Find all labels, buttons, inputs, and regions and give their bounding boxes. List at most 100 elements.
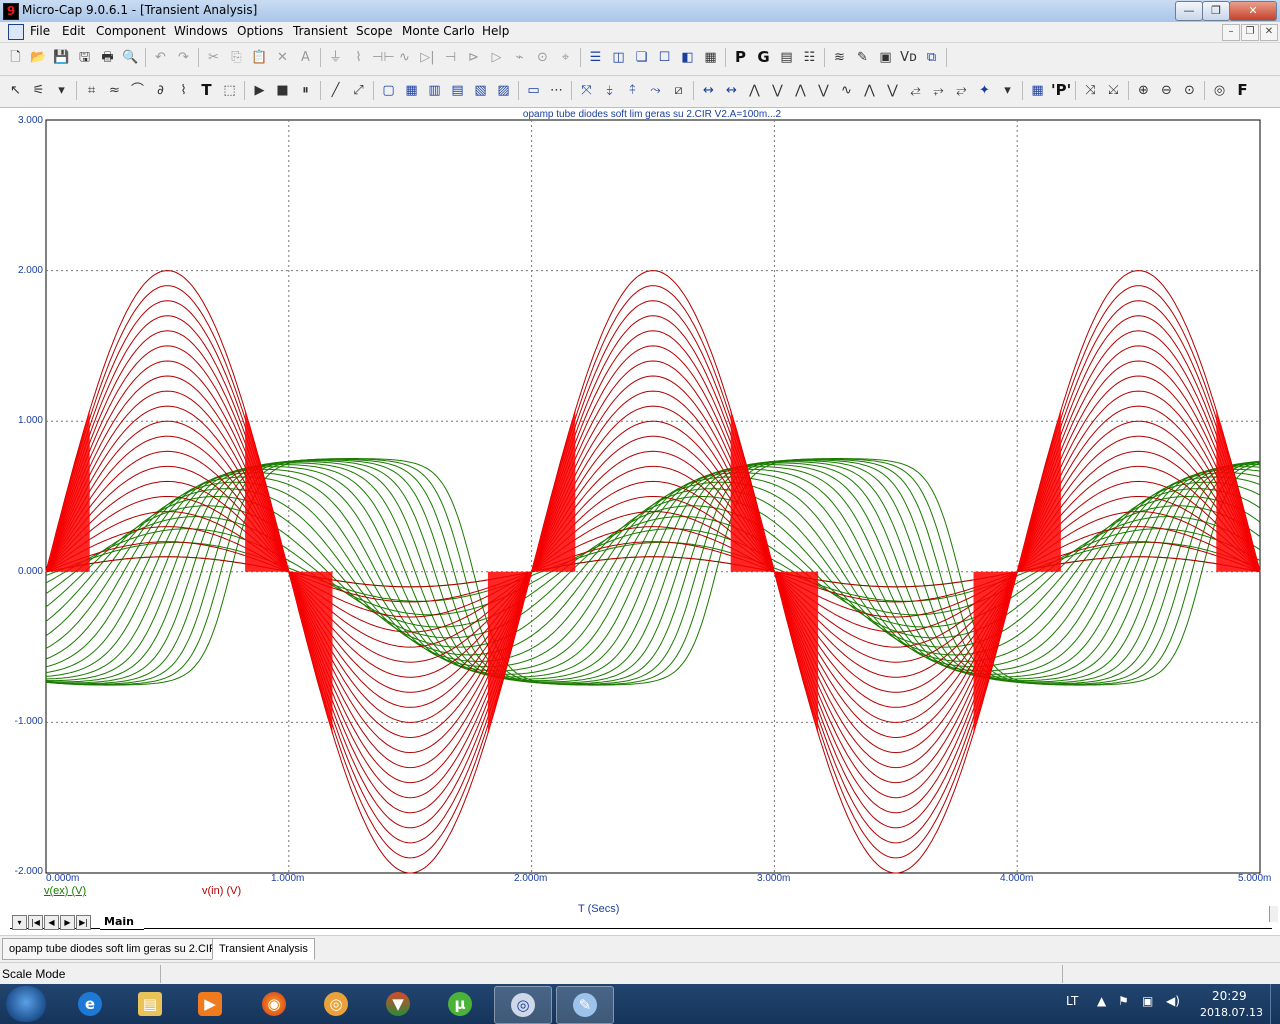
global-high-icon[interactable]: ⋀	[860, 81, 879, 100]
pattern-icon[interactable]: ▥	[425, 81, 444, 100]
window-icon[interactable]: ☐	[655, 48, 674, 67]
explorer-icon[interactable]: ▤	[122, 986, 178, 1022]
vd-icon[interactable]: Vᴅ	[899, 48, 918, 67]
clock-date[interactable]: 2018.07.13	[1200, 1006, 1263, 1019]
cursor-2-icon[interactable]: ⤈	[600, 81, 619, 100]
box-zoom-icon[interactable]: ✦	[975, 81, 994, 100]
high-icon[interactable]: ⋀	[791, 81, 810, 100]
undo-icon[interactable]: ↶	[151, 48, 170, 67]
text-icon[interactable]: ≈	[105, 81, 124, 100]
firefox-icon[interactable]: ◉	[246, 986, 302, 1022]
table-icon[interactable]: ▦	[402, 81, 421, 100]
cursor-3-icon[interactable]: ⤉	[623, 81, 642, 100]
microcap-icon[interactable]: ◎	[494, 986, 552, 1024]
prev-icon[interactable]: ⥂	[952, 81, 971, 100]
battery-icon[interactable]: ⊣	[441, 48, 460, 67]
cascade-icon[interactable]: ❏	[632, 48, 651, 67]
menu-windows[interactable]: Windows	[174, 24, 228, 38]
close-button[interactable]: ✕	[1229, 1, 1277, 21]
menu-transient[interactable]: Transient	[293, 24, 348, 38]
print-icon[interactable]: 🖶	[98, 48, 117, 67]
doc-tab-circuit[interactable]: opamp tube diodes soft lim geras su 2.CI…	[2, 938, 224, 960]
switch-icon[interactable]: ⌁	[510, 48, 529, 67]
grid-icon[interactable]: ▤	[777, 48, 796, 67]
menu-help[interactable]: Help	[482, 24, 509, 38]
p-icon[interactable]: P	[731, 48, 750, 67]
menu-options[interactable]: Options	[237, 24, 283, 38]
pan-2-icon[interactable]: ⤩	[1104, 81, 1123, 100]
cut-icon[interactable]: ✂	[204, 48, 223, 67]
delete-icon[interactable]: ✕	[273, 48, 292, 67]
doc-tab-transient[interactable]: Transient Analysis	[212, 938, 315, 960]
pattern-4-icon[interactable]: ▨	[494, 81, 513, 100]
flag-icon[interactable]: ⚑	[1118, 994, 1129, 1008]
print-preview-icon[interactable]: 🔍	[121, 48, 140, 67]
ie-icon[interactable]: e	[62, 986, 118, 1022]
auto-scale-icon[interactable]: ⧄	[669, 81, 688, 100]
wire-icon[interactable]: ⌗	[82, 81, 101, 100]
paste-icon[interactable]: 📋	[250, 48, 269, 67]
media-icon[interactable]: ▶	[182, 986, 238, 1022]
settings-icon[interactable]: ◎	[1210, 81, 1229, 100]
pause-icon[interactable]: ⏸	[296, 81, 315, 100]
save-icon[interactable]: 💾	[52, 48, 71, 67]
diagonal-icon[interactable]: ⤢	[349, 81, 368, 100]
tab-nav-dropdown[interactable]: ▾	[12, 915, 27, 930]
eye-icon[interactable]: ◎	[308, 986, 364, 1022]
menu-monte-carlo[interactable]: Monte Carlo	[402, 24, 475, 38]
mdi-minimize-button[interactable]: –	[1222, 24, 1240, 41]
language-indicator[interactable]: LT	[1066, 994, 1078, 1008]
opamp-icon[interactable]: ▷	[487, 48, 506, 67]
cursor-icon[interactable]: ⤧	[577, 81, 596, 100]
zoom-fit-icon[interactable]: ⊙	[1180, 81, 1199, 100]
stop-icon[interactable]: ■	[273, 81, 292, 100]
ground-icon[interactable]: ⏚	[326, 48, 345, 67]
split-icon[interactable]: ◧	[678, 48, 697, 67]
waveform-icon[interactable]: ≋	[830, 48, 849, 67]
tokens-icon[interactable]: ⋯	[547, 81, 566, 100]
tab-nav-next[interactable]: ▶	[60, 915, 75, 930]
formula-icon[interactable]: ⌇	[174, 81, 193, 100]
redo-icon[interactable]: ↷	[174, 48, 193, 67]
menu-scope[interactable]: Scope	[356, 24, 393, 38]
tag-icon[interactable]: ⬚	[220, 81, 239, 100]
T-text-icon[interactable]: T	[197, 81, 216, 100]
tab-nav-prev[interactable]: ◀	[44, 915, 59, 930]
network-icon[interactable]: ▣	[1142, 994, 1153, 1008]
cursor-4-icon[interactable]: ⤳	[646, 81, 665, 100]
source-icon[interactable]: ⊙	[533, 48, 552, 67]
pattern-2-icon[interactable]: ▤	[448, 81, 467, 100]
open-icon[interactable]: 📂	[29, 48, 48, 67]
tray-expand-icon[interactable]: ▲	[1097, 994, 1106, 1008]
utorrent-icon[interactable]: µ	[432, 986, 488, 1022]
minimize-button[interactable]: —	[1175, 1, 1203, 21]
text-mode-icon[interactable]: A	[296, 48, 315, 67]
resistor-icon[interactable]: ⌇	[349, 48, 368, 67]
left-arrow-icon[interactable]: ↔	[699, 81, 718, 100]
dropdown-icon[interactable]: ▾	[52, 81, 71, 100]
select-icon[interactable]: ↖	[6, 81, 25, 100]
clock-time[interactable]: 20:29	[1212, 989, 1247, 1003]
tab-nav-last[interactable]: ▶|	[76, 915, 91, 930]
global-low-icon[interactable]: ⋁	[883, 81, 902, 100]
tab-main[interactable]: Main	[100, 914, 144, 930]
help-icon[interactable]: ∂	[151, 81, 170, 100]
tile-vertical-icon[interactable]: ◫	[609, 48, 628, 67]
zoom-window-icon[interactable]: ⧉	[922, 48, 941, 67]
menu-file[interactable]: File	[30, 24, 50, 38]
next-icon[interactable]: ⥅	[929, 81, 948, 100]
run-icon[interactable]: ▶	[250, 81, 269, 100]
plot-window[interactable]: opamp tube diodes soft lim geras su 2.CI…	[0, 107, 1280, 936]
inductor-icon[interactable]: ∿	[395, 48, 414, 67]
hline-icon[interactable]: ▭	[524, 81, 543, 100]
right-arrow-icon[interactable]: ↔	[722, 81, 741, 100]
F-icon[interactable]: F	[1233, 81, 1252, 100]
pattern-3-icon[interactable]: ▧	[471, 81, 490, 100]
shield-icon[interactable]: ▼	[370, 986, 426, 1022]
scroll-grip[interactable]	[1269, 906, 1278, 922]
calculator-icon[interactable]: ▦	[701, 48, 720, 67]
maximize-button[interactable]: ❐	[1202, 1, 1230, 21]
capacitor-icon[interactable]: ⊣⊢	[372, 48, 395, 67]
mdi-restore-button[interactable]: ❐	[1241, 24, 1259, 41]
pan-icon[interactable]: ⤨	[1081, 81, 1100, 100]
